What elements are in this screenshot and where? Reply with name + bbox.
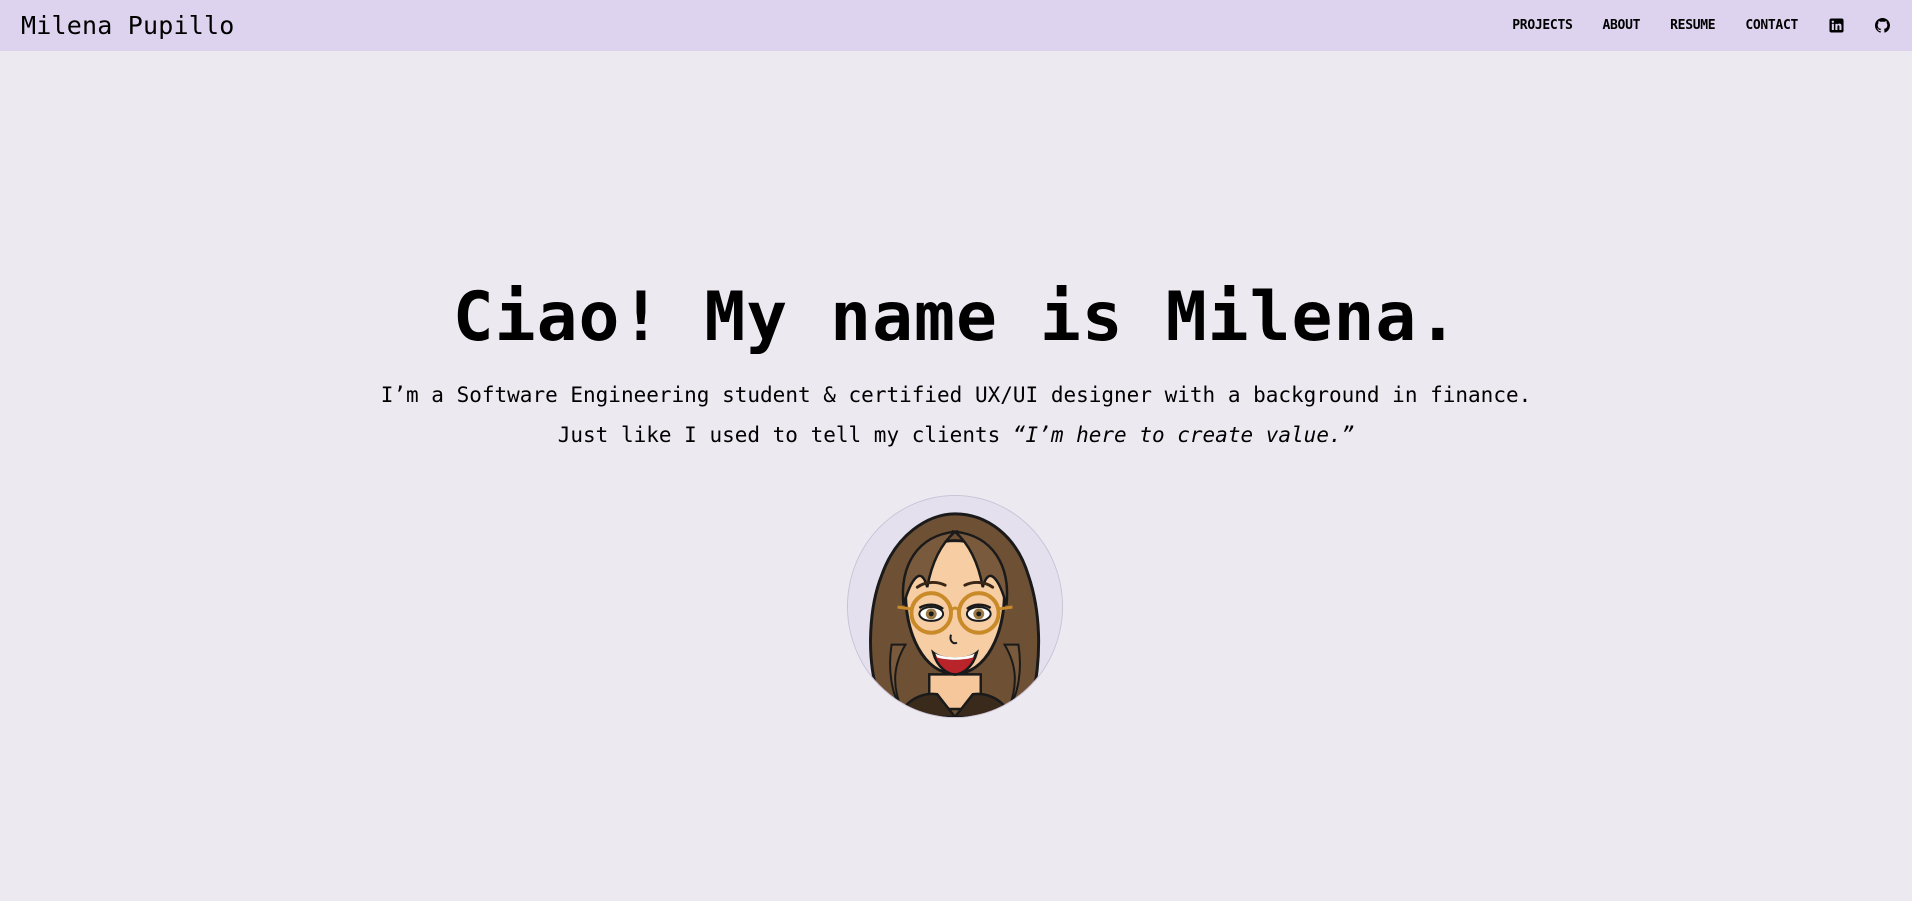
github-icon[interactable] — [1874, 18, 1890, 34]
nav-link-contact[interactable]: CONTACT — [1745, 18, 1798, 33]
linkedin-icon[interactable] — [1828, 18, 1844, 34]
hero-tagline: Just like I used to tell my clients “I’m… — [0, 420, 1912, 450]
hero-tagline-prefix: Just like I used to tell my clients — [557, 423, 1013, 447]
navbar: Milena Pupillo PROJECTS ABOUT RESUME CON… — [0, 0, 1912, 51]
nav-links: PROJECTS ABOUT RESUME CONTACT — [1482, 18, 1890, 34]
nav-link-projects[interactable]: PROJECTS — [1512, 18, 1573, 33]
hero-intro: I’m a Software Engineering student & cer… — [380, 383, 1532, 407]
nav-link-resume[interactable]: RESUME — [1670, 18, 1715, 33]
hero-quote: “I’m here to create value.” — [1012, 423, 1355, 447]
nav-link-about[interactable]: ABOUT — [1603, 18, 1641, 33]
avatar-illustration — [848, 496, 1062, 717]
avatar — [847, 495, 1063, 718]
hero-title: Ciao! My name is Milena. — [452, 278, 1460, 357]
brand-link[interactable]: Milena Pupillo — [21, 11, 235, 40]
